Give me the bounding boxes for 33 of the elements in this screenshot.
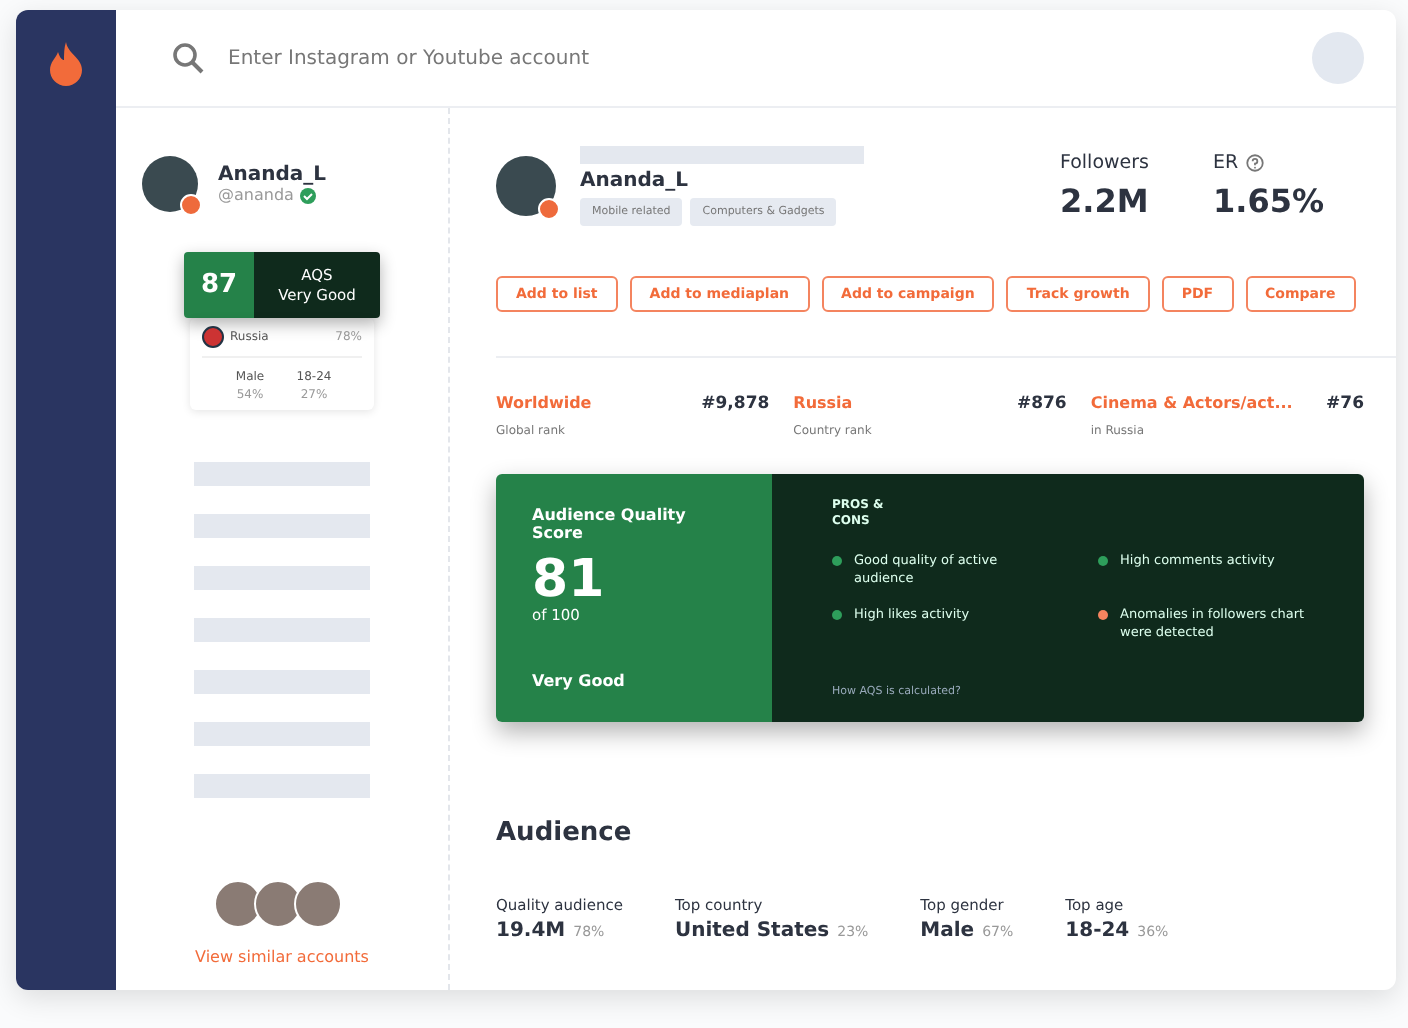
stat-value: 19.4M xyxy=(496,920,566,942)
aqs-title: Audience Quality Score xyxy=(532,506,688,542)
section-title: Audience xyxy=(496,818,634,848)
er-value: 1.65% xyxy=(1212,182,1324,220)
stat-value: 18-24 xyxy=(1065,920,1130,942)
flame-icon[interactable] xyxy=(48,42,84,86)
avatar-photo xyxy=(496,156,556,216)
aqs-score: 87 xyxy=(184,252,254,318)
help-icon[interactable] xyxy=(1246,154,1265,172)
stat-value: United States xyxy=(674,920,830,942)
flag-icon xyxy=(202,326,224,348)
profile-name: Ananda_L xyxy=(218,164,327,186)
avatar-photo xyxy=(254,880,302,928)
profile-name: Ananda_L xyxy=(580,170,691,192)
rank-value: #76 xyxy=(1326,394,1364,414)
rank-category: Russia xyxy=(793,394,855,414)
rank-value: #9,878 xyxy=(701,394,770,414)
stat-value: Male xyxy=(920,920,975,942)
search-icon xyxy=(172,42,204,74)
rank-value: #876 xyxy=(1016,394,1067,414)
avatar-photo xyxy=(294,880,342,928)
similar-accounts-link[interactable]: View similar accounts xyxy=(195,948,369,966)
rank-category: Cinema & Actors/act... xyxy=(1090,394,1295,414)
rank-category: Worldwide xyxy=(496,394,594,414)
avatar-photo xyxy=(142,156,198,212)
aqs-score: 81 xyxy=(532,554,607,606)
followers-value: 2.2M xyxy=(1059,182,1149,220)
profile-handle: @ananda xyxy=(218,186,294,204)
search-field[interactable]: Enter Instagram or Youtube account xyxy=(224,45,1292,71)
er-label: ER xyxy=(1212,152,1239,174)
aqs-rating: Very Good xyxy=(532,672,627,690)
avatar-photo xyxy=(214,880,262,928)
followers-label: Followers xyxy=(1059,152,1149,174)
